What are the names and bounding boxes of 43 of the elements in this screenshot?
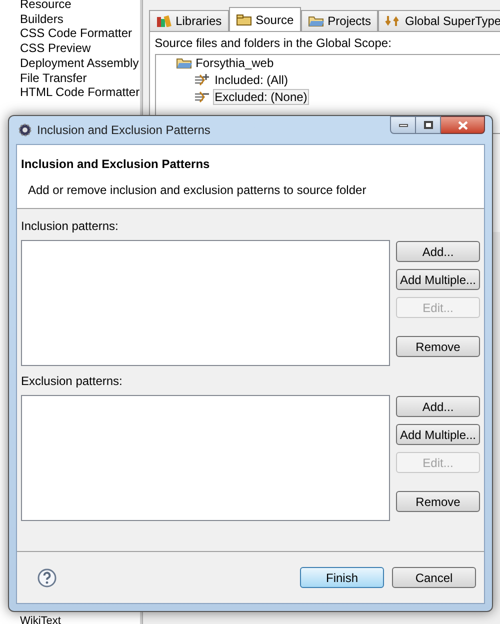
header-title: Inclusion and Exclusion Patterns	[21, 156, 211, 173]
folder-icon	[176, 57, 192, 69]
sidebar-item[interactable]: CSS Preview	[20, 40, 140, 57]
dialog-button[interactable]: Cancel	[392, 567, 476, 588]
tree-item[interactable]: Excluded: (None)	[212, 88, 310, 104]
side-button[interactable]: Remove	[396, 336, 480, 357]
books-icon	[156, 15, 172, 27]
filter-plus-icon	[194, 72, 210, 86]
tree-item[interactable]: Forsythia_web	[196, 56, 274, 70]
pattern-list[interactable]	[21, 395, 390, 521]
side-button[interactable]: Add Multiple...	[396, 424, 480, 445]
tab[interactable]: Source	[228, 7, 301, 31]
scope-label: Source files and folders in the Global Scope:	[154, 35, 392, 52]
section-label: Inclusion patterns:	[21, 218, 120, 235]
section-label: Exclusion patterns:	[21, 373, 124, 390]
gear-icon	[18, 123, 32, 137]
arrows-icon	[385, 15, 402, 27]
sidebar-item[interactable]: WikiText	[20, 615, 140, 624]
filter-minus-icon	[194, 90, 210, 104]
minimize-button[interactable]	[390, 116, 416, 134]
sidebar-item[interactable]: HTML Code Formatter	[20, 84, 140, 101]
package-icon	[236, 14, 252, 26]
tree-item[interactable]: Included: (All)	[212, 72, 290, 88]
help-icon[interactable]	[37, 568, 57, 588]
window-title: Inclusion and Exclusion Patterns	[37, 122, 212, 139]
side-button[interactable]: Remove	[396, 491, 480, 512]
default-button[interactable]: Finish	[300, 567, 384, 588]
side-button[interactable]: Add...	[396, 396, 480, 417]
sidebar-item[interactable]: CSS Code Formatter	[20, 25, 140, 42]
maximize-button[interactable]	[416, 116, 441, 134]
sidebar-item[interactable]: File Transfer	[20, 70, 140, 86]
tab[interactable]: Projects	[300, 10, 378, 31]
sidebar-item[interactable]: Deployment Assembly	[20, 54, 140, 72]
tab[interactable]: Libraries	[148, 10, 229, 31]
close-icon	[458, 120, 468, 130]
sidebar-item[interactable]: Builders	[20, 10, 140, 28]
header-message: Add or remove inclusion and exclusion patterns to source folder	[27, 182, 368, 199]
side-button[interactable]: Add...	[396, 241, 480, 262]
side-button[interactable]: Add Multiple...	[396, 269, 480, 290]
sidebar-item[interactable]: Resource	[20, 0, 140, 13]
close-button[interactable]	[441, 116, 485, 134]
folder-icon	[308, 15, 324, 27]
pattern-list[interactable]	[21, 240, 390, 366]
